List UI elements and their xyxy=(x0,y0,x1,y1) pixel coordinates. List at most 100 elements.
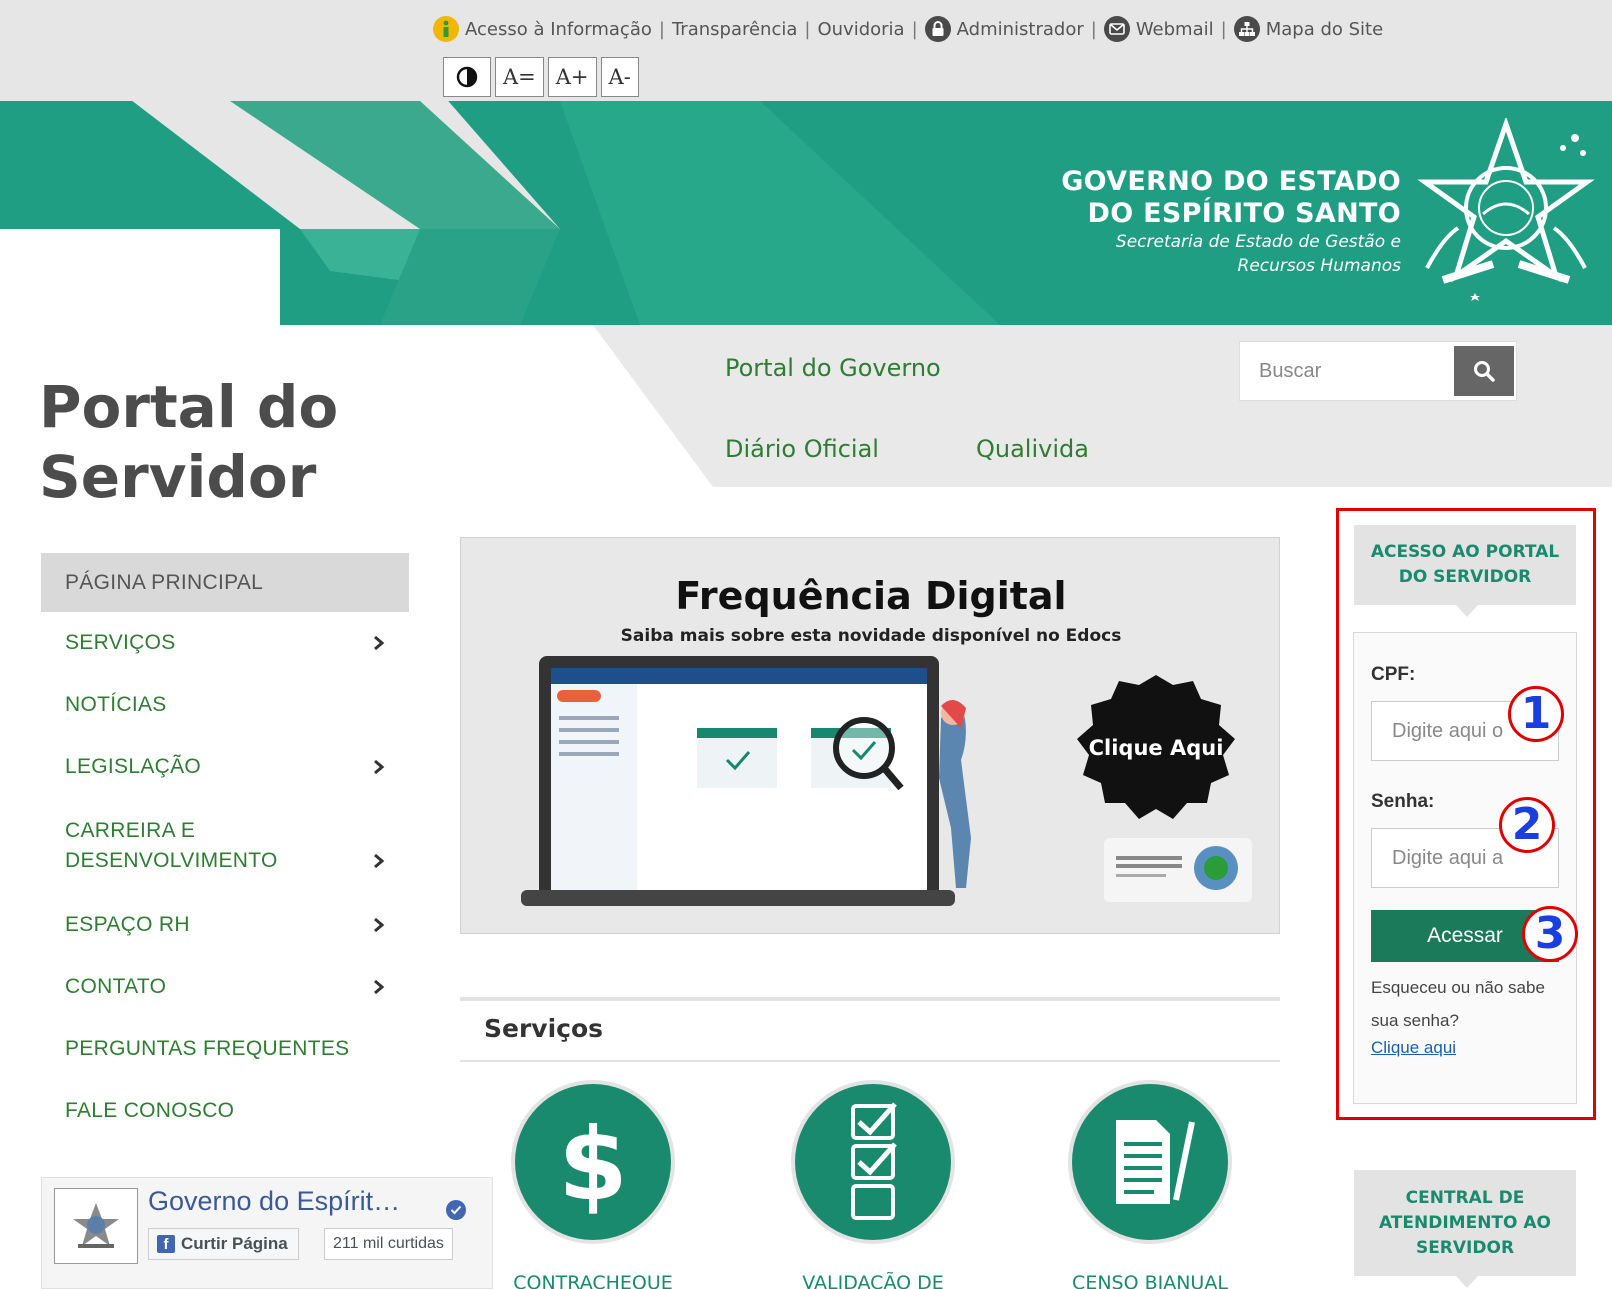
carousel-dot[interactable] xyxy=(877,865,889,877)
nav-link-diario-oficial[interactable]: Diário Oficial xyxy=(725,435,879,463)
top-links: Acesso à Informação | Transparência | Ou… xyxy=(433,16,1383,42)
site-title: Portal do Servidor xyxy=(39,372,338,512)
government-name: GOVERNO DO ESTADO DO ESPÍRITO SANTO Secr… xyxy=(1061,166,1401,278)
separator: | xyxy=(911,18,918,40)
menu-item-servicos[interactable]: SERVIÇOS xyxy=(41,612,409,674)
link-label: Administrador xyxy=(956,18,1084,40)
facebook-like-count: 211 mil curtidas xyxy=(324,1228,453,1260)
link-ouvidoria[interactable]: Ouvidoria xyxy=(817,19,904,40)
menu-item-fale-conosco[interactable]: FALE CONOSCO xyxy=(41,1080,409,1142)
page: Acesso à Informação | Transparência | Ou… xyxy=(0,0,1612,1289)
separator: | xyxy=(804,18,811,40)
menu-item-contato[interactable]: CONTATO xyxy=(41,956,409,1018)
sitemap-icon xyxy=(1233,16,1260,42)
service-label: CONTRACHEQUE xyxy=(513,1272,673,1289)
contrast-button[interactable] xyxy=(443,57,491,97)
menu-item-label: CARREIRA E DESENVOLVIMENTO xyxy=(65,816,278,876)
menu-item-noticias[interactable]: NOTÍCIAS xyxy=(41,674,409,736)
central-atendimento-heading: CENTRAL DE ATENDIMENTO AO SERVIDOR xyxy=(1354,1170,1576,1276)
link-acesso-informacao[interactable]: Acesso à Informação xyxy=(433,16,652,42)
menu-item-label: ESPAÇO RH xyxy=(65,913,190,936)
chevron-right-icon xyxy=(374,917,385,933)
login-heading-arrow xyxy=(1456,605,1478,617)
divider xyxy=(460,1060,1280,1062)
link-mapa-do-site[interactable]: Mapa do Site xyxy=(1233,16,1384,42)
divider xyxy=(460,997,1280,1001)
separator: | xyxy=(1220,18,1227,40)
chevron-right-icon xyxy=(374,635,385,651)
font-reset-button[interactable]: A= xyxy=(495,57,544,97)
info-icon xyxy=(433,16,459,42)
central-heading-arrow xyxy=(1456,1276,1478,1288)
login-heading: ACESSO AO PORTAL DO SERVIDOR xyxy=(1354,525,1576,605)
facebook-page-avatar[interactable] xyxy=(54,1188,138,1264)
forgot-password-link[interactable]: Clique aqui xyxy=(1371,1038,1456,1058)
menu-item-carreira-desenvolvimento[interactable]: CARREIRA E DESENVOLVIMENTO xyxy=(41,798,409,894)
forgot-password-text: Esqueceu ou não sabe sua senha? xyxy=(1371,978,1545,1030)
menu-item-label: CONTATO xyxy=(65,975,167,998)
link-label: Mapa do Site xyxy=(1265,18,1384,40)
menu-item-label-line2: DESENVOLVIMENTO xyxy=(65,849,278,872)
state-seal-icon xyxy=(73,1203,119,1248)
facebook-widget: Governo do Espírit… f Curtir Página 211 … xyxy=(41,1177,493,1289)
contrast-icon xyxy=(456,66,478,88)
menu-item-pagina-principal[interactable]: PÁGINA PRINCIPAL xyxy=(41,553,409,612)
sidebar-menu: PÁGINA PRINCIPAL SERVIÇOS NOTÍCIAS LEGIS… xyxy=(41,553,409,1142)
menu-item-label: PERGUNTAS FREQUENTES xyxy=(65,1037,350,1060)
link-administrador[interactable]: Administrador xyxy=(924,16,1084,42)
government-title-line2: DO ESPÍRITO SANTO xyxy=(1087,198,1401,229)
link-label: Transparência xyxy=(671,18,798,40)
menu-item-label: SERVIÇOS xyxy=(65,631,176,654)
banner-carousel[interactable]: Frequência Digital Saiba mais sobre esta… xyxy=(460,537,1280,934)
site-title-line2: Servidor xyxy=(39,443,317,511)
link-webmail[interactable]: Webmail xyxy=(1103,16,1214,42)
secretariat-line2: Recursos Humanos xyxy=(1237,256,1401,276)
state-seal-icon xyxy=(1413,116,1599,309)
font-decrease-button[interactable]: A- xyxy=(600,57,639,97)
step-marker-3: 3 xyxy=(1522,906,1578,962)
facebook-like-label: Curtir Página xyxy=(181,1234,288,1253)
link-transparencia[interactable]: Transparência xyxy=(672,19,797,40)
facebook-page-name[interactable]: Governo do Espírit… xyxy=(148,1186,400,1217)
menu-item-label: FALE CONOSCO xyxy=(65,1099,235,1122)
secretariat-line1: Secretaria de Estado de Gestão e xyxy=(1115,232,1401,252)
dollar-icon: $ xyxy=(515,1084,671,1240)
carousel-dot[interactable] xyxy=(811,865,823,877)
menu-item-espaco-rh[interactable]: ESPAÇO RH xyxy=(41,894,409,956)
mail-icon xyxy=(1103,16,1130,42)
search-input[interactable] xyxy=(1239,341,1453,401)
carousel-cta-label: Clique Aqui xyxy=(1088,736,1224,760)
step-marker-2: 2 xyxy=(1499,797,1555,853)
search-icon xyxy=(1474,361,1495,382)
service-label: CENSO BIANUAL xyxy=(1072,1272,1228,1289)
service-contracheque[interactable]: $ CONTRACHEQUE xyxy=(473,1084,713,1289)
svg-text:$: $ xyxy=(558,1107,628,1217)
chevron-right-icon xyxy=(374,759,385,775)
menu-item-label: LEGISLAÇÃO xyxy=(65,755,202,778)
menu-item-label: PÁGINA PRINCIPAL xyxy=(65,570,264,594)
menu-item-legislacao[interactable]: LEGISLAÇÃO xyxy=(41,736,409,798)
search-button[interactable] xyxy=(1454,346,1514,396)
link-label: Webmail xyxy=(1135,18,1214,40)
service-censo-bianual[interactable]: CENSO BIANUAL xyxy=(1030,1084,1270,1289)
lock-icon xyxy=(924,16,951,42)
checklist-icon xyxy=(795,1084,951,1240)
nav-link-qualivida[interactable]: Qualivida xyxy=(976,435,1089,463)
menu-item-perguntas-frequentes[interactable]: PERGUNTAS FREQUENTES xyxy=(41,1018,409,1080)
carousel-dot-active[interactable] xyxy=(833,865,845,877)
service-validacao-documentos[interactable]: VALIDAÇÃO DE DOCUMENTOS xyxy=(753,1084,993,1289)
services-heading: Serviços xyxy=(484,1014,604,1043)
nav-link-portal-do-governo[interactable]: Portal do Governo xyxy=(725,354,941,382)
password-label: Senha: xyxy=(1371,791,1435,812)
cpf-label: CPF: xyxy=(1371,664,1416,685)
carousel-cta[interactable]: Clique Aqui xyxy=(1073,673,1239,823)
separator: | xyxy=(658,18,665,40)
facebook-like-button[interactable]: f Curtir Página xyxy=(148,1228,299,1260)
link-label: Ouvidoria xyxy=(817,18,905,40)
site-title-line1: Portal do xyxy=(39,373,339,441)
government-title-line1: GOVERNO DO ESTADO xyxy=(1061,166,1401,197)
font-increase-button[interactable]: A+ xyxy=(547,57,597,97)
carousel-dot[interactable] xyxy=(855,865,867,877)
document-pen-icon xyxy=(1072,1084,1228,1240)
chevron-right-icon xyxy=(374,854,385,869)
